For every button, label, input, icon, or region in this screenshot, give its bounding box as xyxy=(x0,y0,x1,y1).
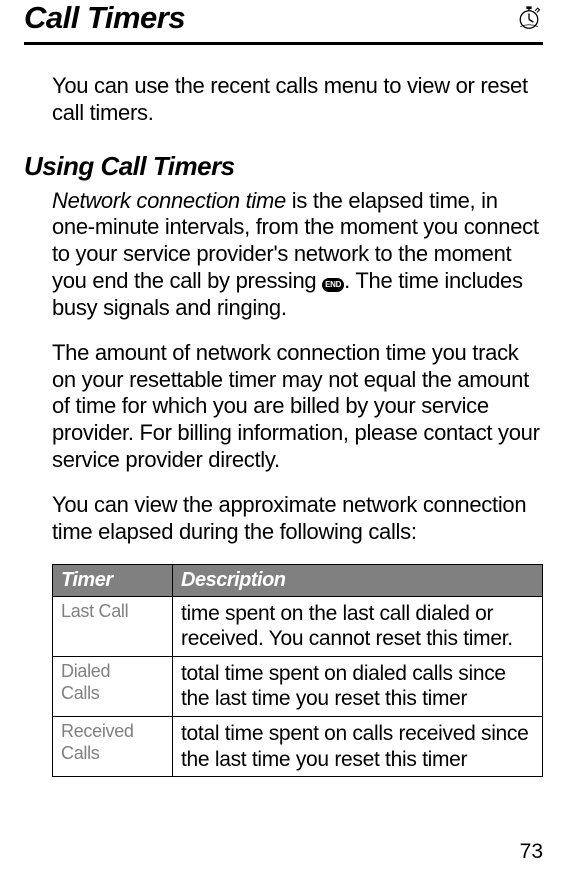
title-underline xyxy=(24,42,543,45)
col-description: Description xyxy=(173,564,543,596)
timer-name: Dialed Calls xyxy=(53,656,173,716)
timer-desc: total time spent on dialed calls since t… xyxy=(173,656,543,716)
col-timer: Timer xyxy=(53,564,173,596)
billing-para: The amount of network connection time yo… xyxy=(24,340,543,474)
timer-table: Timer Description Last Call time spent o… xyxy=(52,564,543,778)
italic-term: Network connection time xyxy=(52,188,286,213)
page-number: 73 xyxy=(520,840,543,864)
page-title: Call Timers xyxy=(24,0,185,40)
network-time-para: Network connection time is the elapsed t… xyxy=(24,188,543,322)
view-para: You can view the approximate network con… xyxy=(24,492,543,546)
stopwatch-icon xyxy=(515,2,543,30)
timer-desc: total time spent on calls received since… xyxy=(173,717,543,777)
table-header-row: Timer Description xyxy=(53,564,543,596)
timer-desc: time spent on the last call dialed or re… xyxy=(173,596,543,656)
timer-name: Last Call xyxy=(53,596,173,656)
intro-text: You can use the recent calls menu to vie… xyxy=(24,73,543,127)
table-row: Last Call time spent on the last call di… xyxy=(53,596,543,656)
timer-name: Received Calls xyxy=(53,717,173,777)
table-row: Received Calls total time spent on calls… xyxy=(53,717,543,777)
table-row: Dialed Calls total time spent on dialed … xyxy=(53,656,543,716)
section-heading: Using Call Timers xyxy=(24,151,543,182)
end-key-icon: END xyxy=(322,278,344,292)
